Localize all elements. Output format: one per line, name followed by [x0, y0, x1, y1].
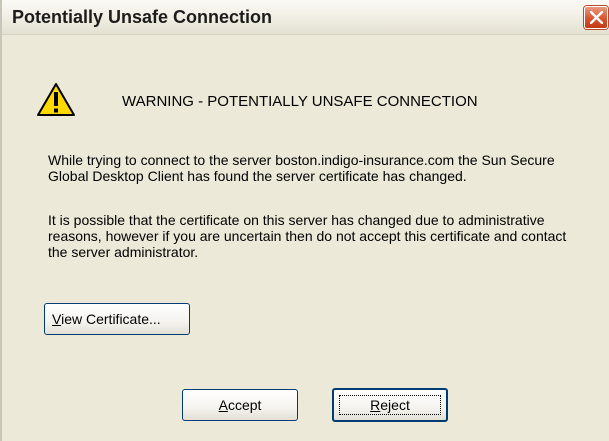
message-paragraph-2: It is possible that the certificate on t… — [48, 212, 567, 260]
close-button[interactable] — [584, 6, 608, 29]
view-certificate-mnemonic: V — [52, 311, 62, 327]
dialog-window: Potentially Unsafe Connection WARNING - … — [0, 0, 609, 441]
warning-triangle-icon — [36, 82, 76, 118]
reject-mnemonic: R — [370, 397, 381, 413]
reject-label: eject — [380, 397, 410, 413]
accept-label: ccept — [227, 397, 262, 413]
reject-button[interactable]: Reject — [332, 388, 448, 422]
warning-heading: WARNING - POTENTIALLY UNSAFE CONNECTION — [122, 93, 478, 110]
accept-button[interactable]: Accept — [182, 389, 298, 421]
title-bar[interactable]: Potentially Unsafe Connection — [2, 0, 609, 35]
window-title: Potentially Unsafe Connection — [12, 7, 273, 27]
close-icon — [590, 11, 603, 24]
message-paragraph-1: While trying to connect to the server bo… — [48, 152, 555, 184]
view-certificate-label: iew Certificate... — [61, 311, 161, 327]
accept-mnemonic: A — [218, 397, 228, 413]
view-certificate-button[interactable]: View Certificate... — [44, 303, 190, 335]
